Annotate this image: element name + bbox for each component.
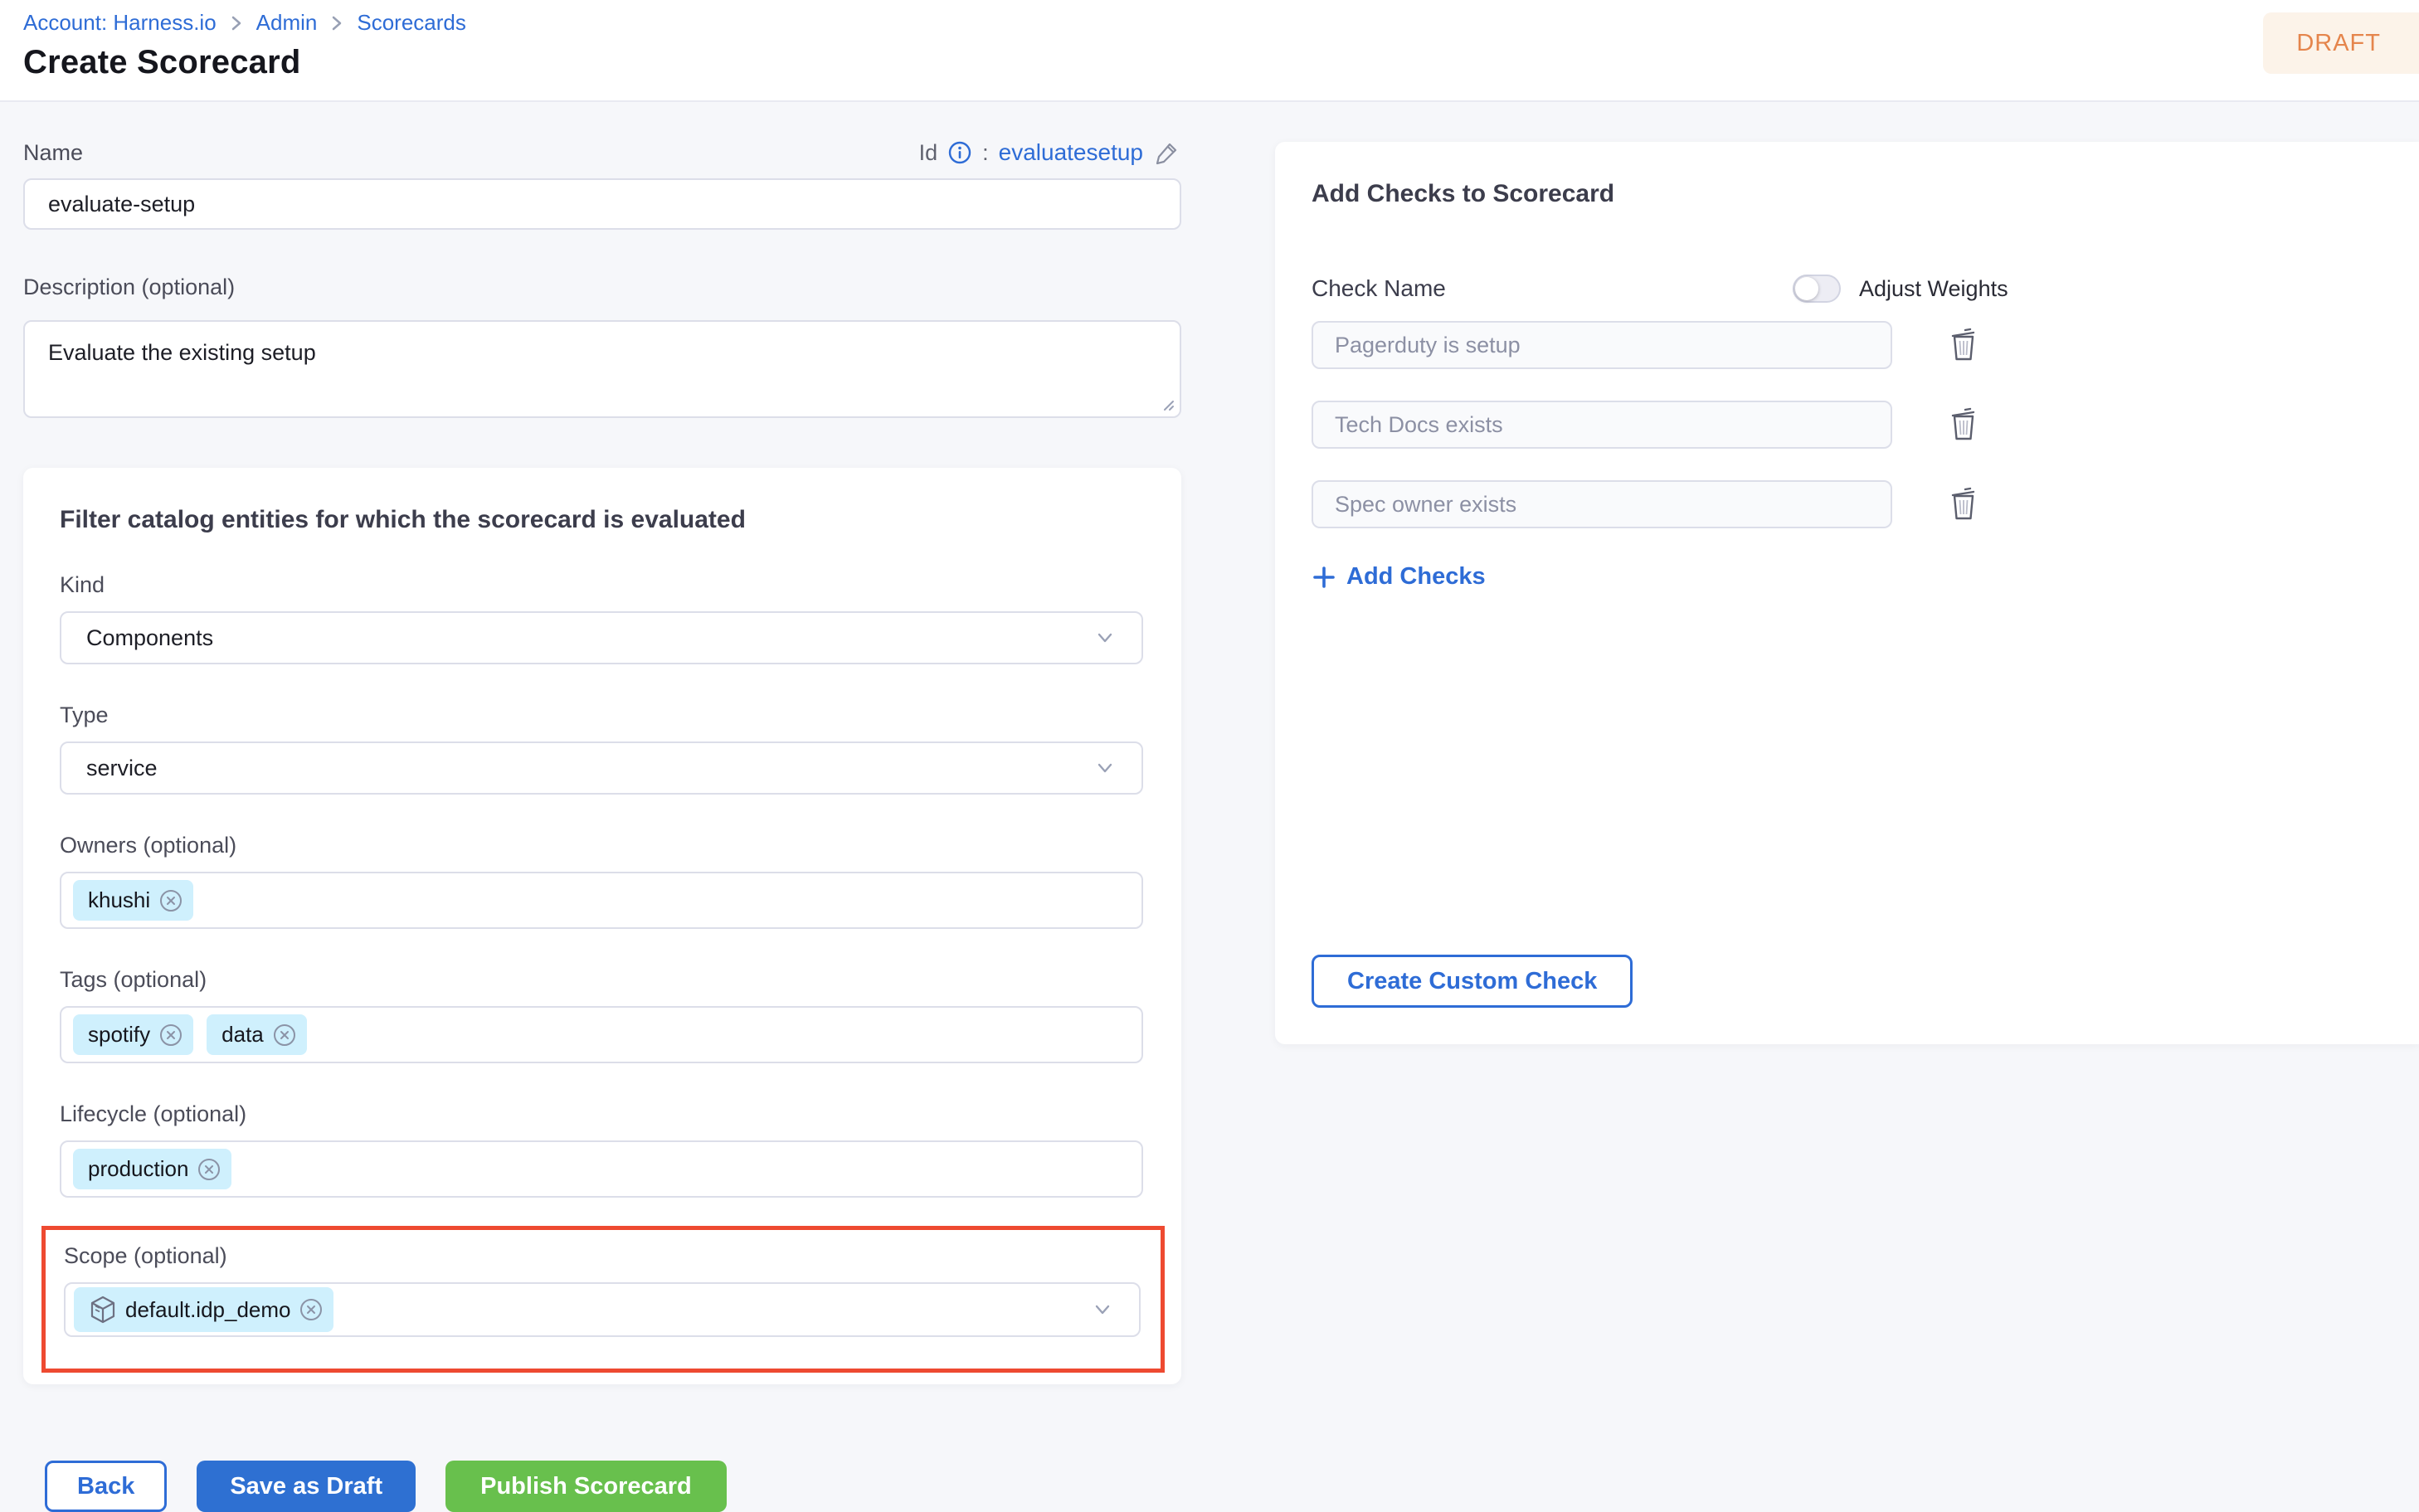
name-label: Name	[23, 140, 83, 166]
description-field: Evaluate the existing setup	[23, 320, 1181, 418]
type-label: Type	[60, 703, 1143, 728]
delete-check-button[interactable]	[1947, 326, 1980, 364]
chevron-down-icon	[1093, 756, 1117, 780]
check-row	[1312, 401, 2382, 449]
tag-chip: data	[207, 1014, 307, 1055]
create-custom-check-button[interactable]: Create Custom Check	[1312, 955, 1633, 1008]
id-label: Id	[919, 140, 938, 166]
id-value: evaluatesetup	[999, 139, 1143, 166]
tag-chip-label: spotify	[88, 1022, 150, 1048]
chevron-right-icon	[330, 14, 343, 32]
resize-grip-icon[interactable]	[1160, 396, 1175, 411]
scope-select[interactable]: default.idp_demo	[64, 1282, 1141, 1337]
scope-chip-label: default.idp_demo	[125, 1297, 290, 1323]
edit-id-icon[interactable]	[1153, 139, 1181, 167]
kind-value: Components	[86, 625, 213, 651]
remove-chip-icon[interactable]	[158, 888, 183, 913]
scope-label: Scope (optional)	[64, 1243, 1141, 1269]
check-name-input[interactable]	[1312, 480, 1892, 528]
chevron-down-icon	[1093, 626, 1117, 649]
page-title: Create Scorecard	[23, 44, 2419, 81]
delete-check-button[interactable]	[1947, 406, 1980, 444]
kind-select[interactable]: Components	[60, 611, 1143, 664]
status-badge: DRAFT	[2263, 12, 2419, 74]
cube-icon	[89, 1295, 117, 1325]
check-row	[1312, 480, 2382, 528]
adjust-weights-toggle[interactable]	[1793, 275, 1841, 303]
scorecard-form: Name Id : evaluatesetup Description (opt…	[23, 139, 1181, 1512]
id-row: Id : evaluatesetup	[919, 139, 1181, 167]
back-button[interactable]: Back	[45, 1461, 167, 1512]
owners-input[interactable]: khushi	[60, 872, 1143, 929]
check-name-label: Check Name	[1312, 275, 1793, 302]
main-content: Name Id : evaluatesetup Description (opt…	[0, 102, 2419, 1468]
tags-label: Tags (optional)	[60, 967, 1143, 993]
trash-icon	[1947, 485, 1980, 523]
form-actions: Back Save as Draft Publish Scorecard	[45, 1461, 1181, 1512]
owners-label: Owners (optional)	[60, 833, 1143, 858]
checks-panel-title: Add Checks to Scorecard	[1312, 180, 2382, 208]
breadcrumb-scorecards[interactable]: Scorecards	[357, 10, 466, 36]
filter-card-title: Filter catalog entities for which the sc…	[60, 506, 1143, 534]
lifecycle-chip: production	[73, 1149, 231, 1189]
add-checks-button[interactable]: Add Checks	[1312, 563, 1486, 591]
scope-chip: default.idp_demo	[74, 1287, 333, 1332]
type-value: service	[86, 756, 158, 781]
info-icon[interactable]	[947, 140, 972, 165]
lifecycle-chip-label: production	[88, 1156, 188, 1182]
description-input[interactable]: Evaluate the existing setup	[23, 320, 1181, 418]
page-header: Account: Harness.io Admin Scorecards Cre…	[0, 0, 2419, 102]
owner-chip: khushi	[73, 880, 193, 921]
publish-scorecard-button[interactable]: Publish Scorecard	[445, 1461, 727, 1512]
check-header-row: Check Name Adjust Weights	[1312, 275, 2382, 303]
lifecycle-label: Lifecycle (optional)	[60, 1101, 1143, 1127]
kind-label: Kind	[60, 572, 1143, 598]
chevron-right-icon	[230, 14, 243, 32]
plus-icon	[1312, 565, 1336, 590]
owner-chip-label: khushi	[88, 887, 150, 913]
tag-chip: spotify	[73, 1014, 193, 1055]
description-label: Description (optional)	[23, 275, 1181, 300]
check-name-input[interactable]	[1312, 321, 1892, 369]
breadcrumb-account[interactable]: Account: Harness.io	[23, 10, 217, 36]
remove-chip-icon[interactable]	[272, 1023, 297, 1048]
add-checks-panel: Add Checks to Scorecard Check Name Adjus…	[1275, 142, 2419, 1044]
tag-chip-label: data	[221, 1022, 264, 1048]
name-input[interactable]	[23, 178, 1181, 230]
remove-chip-icon[interactable]	[299, 1297, 324, 1322]
lifecycle-input[interactable]: production	[60, 1140, 1143, 1198]
chevron-down-icon	[1091, 1298, 1114, 1321]
add-checks-label: Add Checks	[1346, 563, 1486, 591]
breadcrumb: Account: Harness.io Admin Scorecards	[23, 0, 2419, 36]
toggle-knob	[1795, 277, 1818, 300]
scope-highlight-box: Scope (optional) default.idp_demo	[41, 1226, 1165, 1373]
save-as-draft-button[interactable]: Save as Draft	[197, 1461, 416, 1512]
delete-check-button[interactable]	[1947, 485, 1980, 523]
breadcrumb-admin[interactable]: Admin	[256, 10, 318, 36]
filter-card: Filter catalog entities for which the sc…	[23, 468, 1181, 1384]
id-separator: :	[982, 140, 989, 166]
type-select[interactable]: service	[60, 741, 1143, 795]
remove-chip-icon[interactable]	[197, 1157, 221, 1182]
check-name-input[interactable]	[1312, 401, 1892, 449]
trash-icon	[1947, 326, 1980, 364]
remove-chip-icon[interactable]	[158, 1023, 183, 1048]
trash-icon	[1947, 406, 1980, 444]
check-row	[1312, 321, 2382, 369]
adjust-weights-label: Adjust Weights	[1859, 276, 2008, 302]
tags-input[interactable]: spotify data	[60, 1006, 1143, 1063]
